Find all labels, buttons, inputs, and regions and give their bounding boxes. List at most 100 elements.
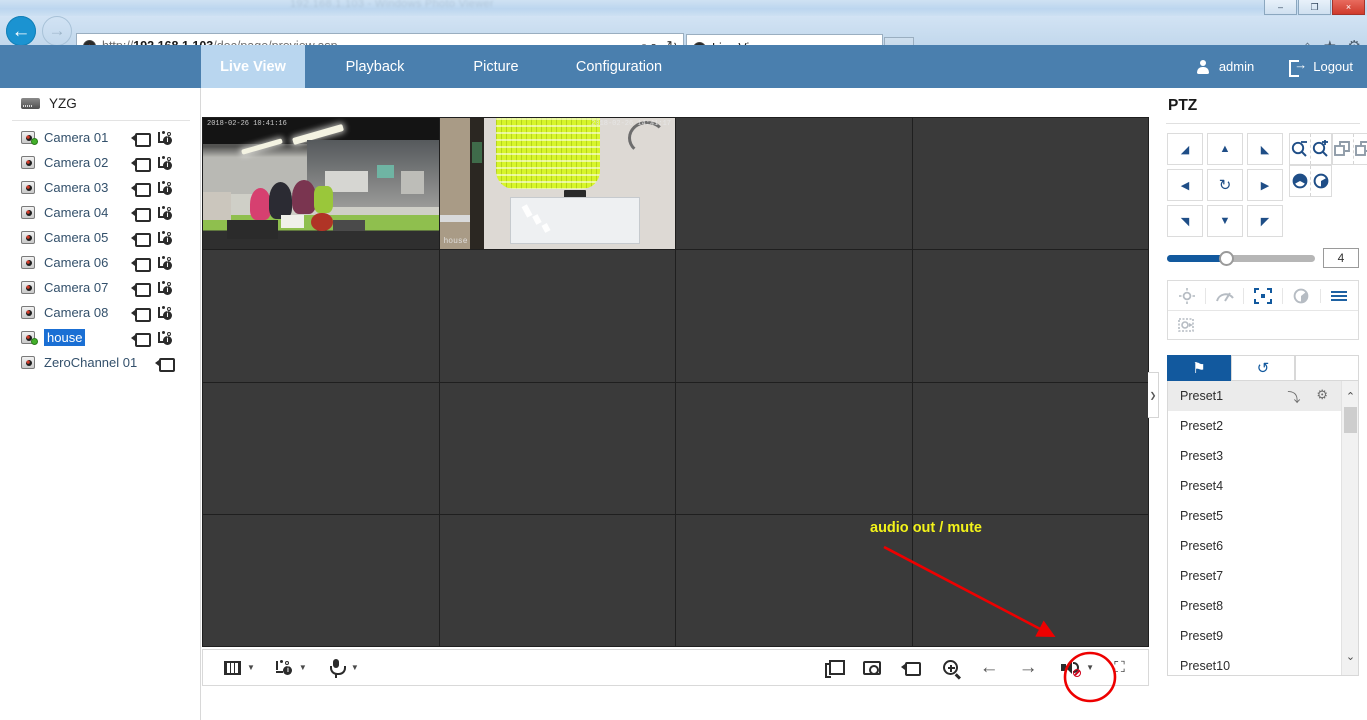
ptz-zoom-in-button[interactable] <box>1310 134 1331 164</box>
ptz-patrol-tab[interactable]: ↺ <box>1231 355 1295 381</box>
audio-talk-dropdown-caret-icon[interactable]: ▼ <box>299 663 307 672</box>
audio-talk-icon[interactable]: i <box>273 657 295 679</box>
video-cell[interactable] <box>203 250 439 382</box>
ptz-one-touch-patrol-icon[interactable] <box>1168 317 1205 333</box>
ptz-iris-close-button[interactable] <box>1290 166 1310 196</box>
preset-row[interactable]: Preset9 <box>1168 621 1358 651</box>
multi-window-icon[interactable] <box>822 657 846 679</box>
video-cell[interactable] <box>439 250 675 382</box>
ptz-empty-tab[interactable] <box>1295 355 1359 381</box>
camera-list-item[interactable]: Camera 05 i <box>0 225 200 250</box>
layout-dropdown-caret-icon[interactable]: ▼ <box>247 663 255 672</box>
video-cell[interactable] <box>912 250 1148 382</box>
ptz-lens-initialize-icon[interactable] <box>1281 287 1320 304</box>
audio-dropdown-caret-icon[interactable]: ▼ <box>1086 663 1094 672</box>
camera-list-item[interactable]: Camera 02 i <box>0 150 200 175</box>
video-cell[interactable] <box>439 382 675 514</box>
logout-label[interactable]: Logout <box>1313 59 1353 74</box>
record-icon[interactable] <box>155 357 175 372</box>
camera-list-item[interactable]: ZeroChannel 01 <box>0 350 200 375</box>
ptz-wiper-icon[interactable] <box>1205 287 1243 304</box>
preset-row[interactable]: Preset6 <box>1168 531 1358 561</box>
back-arrow-icon[interactable]: ← <box>6 16 36 46</box>
digital-zoom-icon[interactable] <box>939 657 961 679</box>
ptz-zoom-out-button[interactable] <box>1290 134 1310 164</box>
video-cell[interactable] <box>676 250 912 382</box>
record-icon[interactable] <box>131 257 151 272</box>
record-icon[interactable] <box>131 282 151 297</box>
camera-list-item[interactable]: house i <box>0 325 200 350</box>
ptz-iris-open-button[interactable] <box>1310 166 1331 196</box>
nav-live-view[interactable]: Live View <box>201 45 305 88</box>
forward-arrow-icon[interactable]: → <box>42 16 72 46</box>
record-icon[interactable] <box>131 232 151 247</box>
preset-row[interactable]: Preset7 <box>1168 561 1358 591</box>
preset-row[interactable]: Preset8 <box>1168 591 1358 621</box>
camera-list-item[interactable]: Camera 08 i <box>0 300 200 325</box>
ptz-pan-down-button[interactable]: ▼ <box>1207 205 1243 237</box>
audio-info-icon[interactable]: i <box>157 305 172 320</box>
ptz-pan-up-right-button[interactable]: ◣ <box>1247 133 1283 165</box>
preset-settings-gear-icon[interactable]: ⚙ <box>1316 387 1328 406</box>
camera-list-item[interactable]: Camera 04 i <box>0 200 200 225</box>
record-icon[interactable] <box>900 657 922 679</box>
audio-info-icon[interactable]: i <box>157 130 172 145</box>
audio-info-icon[interactable]: i <box>157 155 172 170</box>
ptz-pan-down-right-button[interactable]: ◤ <box>1247 205 1283 237</box>
camera-list-item[interactable]: Camera 01 i <box>0 125 200 150</box>
ptz-menu-icon[interactable] <box>1319 288 1358 303</box>
preset-row[interactable]: Preset4 <box>1168 471 1358 501</box>
panel-collapse-handle[interactable]: ❯ <box>1148 372 1159 418</box>
ptz-pan-right-button[interactable]: ▶ <box>1247 169 1283 201</box>
audio-info-icon[interactable]: i <box>157 280 172 295</box>
video-cell[interactable] <box>203 514 439 646</box>
logout-icon[interactable] <box>1289 57 1307 77</box>
video-cell[interactable] <box>912 382 1148 514</box>
audio-info-icon[interactable]: i <box>157 330 172 345</box>
ptz-light-icon[interactable] <box>1168 287 1205 304</box>
nav-picture[interactable]: Picture <box>448 45 544 88</box>
ptz-pan-down-left-button[interactable]: ◥ <box>1167 205 1203 237</box>
ptz-focus-far-button[interactable] <box>1353 134 1367 164</box>
record-icon[interactable] <box>131 307 151 322</box>
video-cell[interactable] <box>439 514 675 646</box>
audio-mute-icon[interactable] <box>1058 657 1081 679</box>
next-page-icon[interactable]: → <box>1017 657 1039 679</box>
ptz-speed-value[interactable]: 4 <box>1323 248 1359 268</box>
scrollbar-thumb[interactable] <box>1344 407 1357 433</box>
preset-row[interactable]: Preset5 <box>1168 501 1358 531</box>
preset-row[interactable]: Preset3 <box>1168 441 1358 471</box>
previous-page-icon[interactable]: ← <box>978 657 1000 679</box>
video-cell[interactable] <box>912 118 1148 250</box>
ptz-pan-up-button[interactable]: ▲ <box>1207 133 1243 165</box>
preset-scrollbar[interactable]: ⌃ ⌄ <box>1341 381 1358 675</box>
nav-configuration[interactable]: Configuration <box>563 45 675 88</box>
camera-list-item[interactable]: Camera 07 i <box>0 275 200 300</box>
audio-info-icon[interactable]: i <box>157 205 172 220</box>
ptz-preset-tab[interactable]: ⚑ <box>1167 355 1231 381</box>
ptz-speed-knob[interactable] <box>1219 250 1235 266</box>
audio-info-icon[interactable]: i <box>157 180 172 195</box>
video-cell[interactable] <box>676 382 912 514</box>
close-window-button[interactable]: × <box>1332 0 1365 15</box>
audio-info-icon[interactable]: i <box>157 230 172 245</box>
preset-call-icon[interactable]: ⤵ <box>1287 387 1300 406</box>
video-cell[interactable]: 2018-02-26 10:41:16 <box>203 118 439 250</box>
camera-list-item[interactable]: Camera 03 i <box>0 175 200 200</box>
ptz-auto-scan-button[interactable]: ↻ <box>1207 169 1243 201</box>
scroll-down-icon[interactable]: ⌄ <box>1342 647 1358 665</box>
minimize-button[interactable]: – <box>1264 0 1297 15</box>
device-node[interactable]: YZG <box>0 88 200 118</box>
video-cell[interactable] <box>676 118 912 250</box>
capture-snapshot-icon[interactable] <box>861 657 883 679</box>
ptz-focus-near-button[interactable] <box>1333 134 1353 164</box>
ptz-pan-up-left-button[interactable]: ◢ <box>1167 133 1203 165</box>
record-icon[interactable] <box>131 207 151 222</box>
fullscreen-icon[interactable]: ⛶ <box>1111 660 1128 676</box>
record-icon[interactable] <box>131 332 151 347</box>
layout-grid-icon[interactable] <box>221 657 243 679</box>
scroll-up-icon[interactable]: ⌃ <box>1342 387 1358 405</box>
nav-playback[interactable]: Playback <box>327 45 423 88</box>
camera-list-item[interactable]: Camera 06 i <box>0 250 200 275</box>
preset-row[interactable]: Preset10 <box>1168 651 1358 675</box>
